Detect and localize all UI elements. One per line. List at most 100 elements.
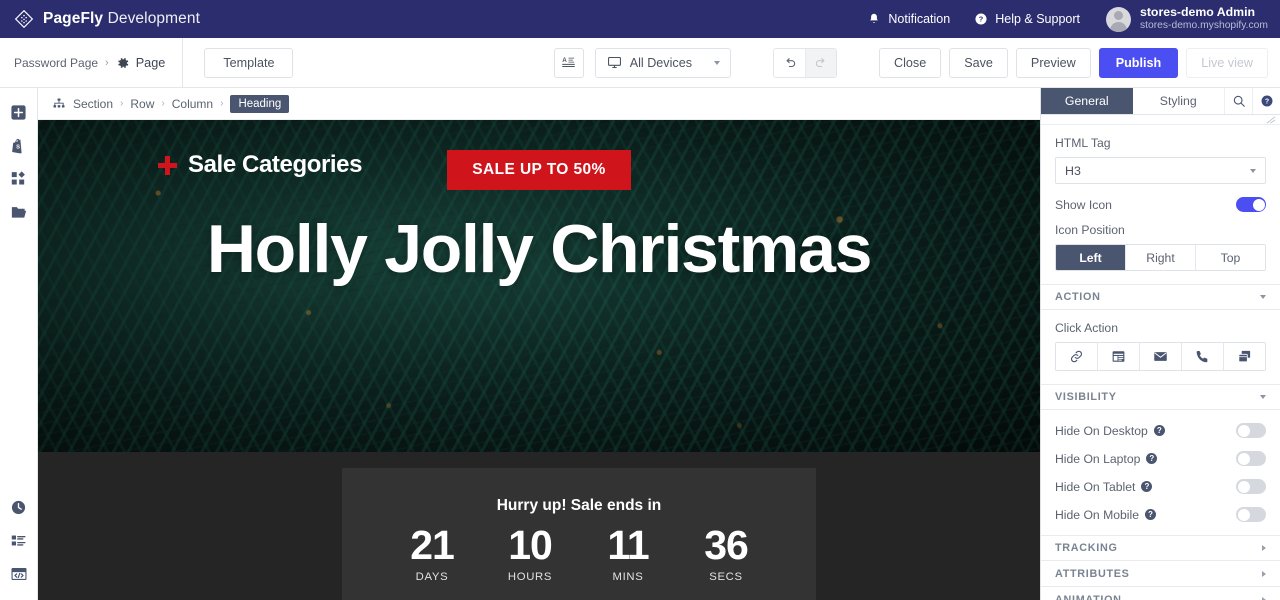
countdown-widget[interactable]: Hurry up! Sale ends in 21 DAYS 10 HOURS … bbox=[342, 468, 816, 600]
clock-history-icon bbox=[11, 500, 26, 515]
click-action-field: Click Action bbox=[1041, 310, 1280, 372]
panel-search-button[interactable] bbox=[1224, 88, 1252, 115]
countdown-days-label: DAYS bbox=[415, 571, 449, 584]
link-chain-icon bbox=[1070, 351, 1083, 363]
svg-text:?: ? bbox=[1264, 99, 1268, 106]
countdown-cell: 21 DAYS bbox=[403, 522, 461, 584]
chevron-right-icon bbox=[1262, 545, 1266, 552]
hide-on-desktop-toggle[interactable] bbox=[1236, 423, 1266, 439]
countdown-cell: 10 HOURS bbox=[501, 523, 559, 583]
canvas-breadcrumb-heading-active[interactable]: Heading bbox=[230, 94, 290, 113]
panel-help-button[interactable]: ? bbox=[1252, 88, 1280, 115]
icon-position-right[interactable]: Right bbox=[1125, 245, 1195, 271]
sidebar-item-add-element[interactable] bbox=[0, 96, 38, 129]
save-button[interactable]: Save bbox=[949, 47, 1008, 78]
hide-on-tablet-row: Hide On Tablet ? bbox=[1041, 466, 1280, 495]
sidebar-item-assets-manager[interactable] bbox=[0, 195, 38, 228]
chevron-down-icon bbox=[1260, 295, 1266, 300]
canvas-breadcrumb-section[interactable]: Section bbox=[73, 97, 113, 111]
phone-icon bbox=[1196, 351, 1208, 363]
canvas-breadcrumb-column[interactable]: Column bbox=[172, 97, 213, 111]
countdown-title: Hurry up! Sale ends in bbox=[496, 497, 662, 514]
toggle-knob bbox=[1237, 508, 1250, 521]
live-view-button[interactable]: Live view bbox=[1186, 47, 1268, 78]
action-open-popup-button[interactable] bbox=[1223, 343, 1265, 371]
tracking-section-header[interactable]: TRACKING bbox=[1041, 535, 1280, 562]
countdown-cells: 21 DAYS 10 HOURS 11 MINS 36 SECS bbox=[403, 522, 755, 584]
help-tooltip-icon[interactable]: ? bbox=[1141, 481, 1153, 493]
toggle-knob bbox=[1237, 424, 1250, 437]
toolbar-center-group: A All Devices bbox=[553, 47, 837, 78]
attributes-section-header[interactable]: ATTRIBUTES bbox=[1041, 561, 1280, 588]
inspector-panel: General Styling ? HTML Tag H3 Show Icon … bbox=[1040, 88, 1280, 600]
text-format-icon: A bbox=[562, 57, 575, 67]
notification-button[interactable]: Notification bbox=[855, 12, 962, 26]
hide-on-mobile-toggle[interactable] bbox=[1236, 507, 1266, 523]
icon-position-top[interactable]: Top bbox=[1195, 245, 1265, 271]
breadcrumb-page-label: Page bbox=[135, 55, 166, 70]
publish-button[interactable]: Publish bbox=[1098, 47, 1179, 78]
text-format-button[interactable]: A bbox=[553, 47, 584, 78]
sidebar-item-layers[interactable] bbox=[0, 524, 38, 557]
tab-styling[interactable]: Styling bbox=[1133, 88, 1225, 114]
help-support-button[interactable]: ? Help & Support bbox=[962, 12, 1092, 26]
help-tooltip-icon[interactable]: ? bbox=[1145, 509, 1156, 521]
left-toolbar-rail: S bbox=[0, 88, 38, 600]
sidebar-item-sections-library[interactable] bbox=[0, 162, 38, 195]
animation-section-title: ANIMATION bbox=[1055, 593, 1122, 600]
sale-categories-heading[interactable]: Sale Categories bbox=[158, 151, 362, 179]
preview-button[interactable]: Preview bbox=[1015, 47, 1091, 78]
bell-icon bbox=[870, 13, 879, 23]
red-plus-icon bbox=[158, 155, 177, 175]
brand-suffix: Development bbox=[103, 10, 200, 27]
close-button[interactable]: Close bbox=[879, 47, 942, 78]
show-icon-toggle[interactable] bbox=[1236, 197, 1266, 213]
breadcrumb-arrow-1: › bbox=[120, 98, 124, 109]
hide-on-laptop-toggle[interactable] bbox=[1236, 451, 1266, 467]
countdown-days-value: 21 bbox=[410, 522, 455, 568]
sale-badge[interactable]: SALE UP TO 50% bbox=[447, 150, 631, 190]
action-send-email-button[interactable] bbox=[1139, 343, 1181, 371]
action-call-phone-button[interactable] bbox=[1181, 343, 1223, 371]
sidebar-item-shopify-elements[interactable]: S bbox=[0, 129, 38, 162]
undo-button[interactable] bbox=[774, 48, 805, 77]
html-tag-label: HTML Tag bbox=[1055, 136, 1111, 151]
hide-on-tablet-toggle[interactable] bbox=[1236, 479, 1266, 495]
question-circle-icon: ? bbox=[1261, 95, 1272, 107]
redo-button[interactable] bbox=[805, 48, 836, 77]
canvas-breadcrumb-bar: Section › Row › Column › Heading bbox=[38, 88, 1040, 120]
help-tooltip-icon[interactable]: ? bbox=[1146, 453, 1158, 465]
hero-heading[interactable]: Holly Jolly Christmas bbox=[207, 210, 873, 288]
icon-position-left[interactable]: Left bbox=[1056, 245, 1125, 271]
account-menu[interactable]: stores-demo Admin stores-demo.myshopify.… bbox=[1092, 5, 1268, 33]
desktop-icon bbox=[607, 56, 621, 69]
inspector-content: HTML Tag H3 Show Icon Icon Position Left… bbox=[1041, 115, 1280, 600]
action-section-header[interactable]: ACTION bbox=[1041, 284, 1280, 311]
question-circle-icon: ? bbox=[975, 13, 987, 25]
resize-grip-icon bbox=[1266, 116, 1276, 124]
action-open-link-button[interactable] bbox=[1056, 343, 1097, 371]
countdown-secs-label: SECS bbox=[709, 571, 743, 584]
sidebar-item-version-history[interactable] bbox=[0, 491, 38, 524]
animation-section-header[interactable]: ANIMATION bbox=[1041, 587, 1280, 600]
app-header: PageFly Development Notification ? Help … bbox=[0, 0, 1280, 38]
canvas-breadcrumb-row[interactable]: Row bbox=[130, 97, 154, 111]
editor-canvas: Section › Row › Column › Heading SALE UP… bbox=[38, 88, 1040, 600]
click-action-options bbox=[1055, 342, 1266, 372]
sidebar-item-custom-code[interactable] bbox=[0, 557, 38, 590]
hide-on-laptop-label: Hide On Laptop bbox=[1055, 451, 1141, 466]
device-selector[interactable]: All Devices bbox=[594, 47, 731, 78]
html-tag-field: HTML Tag H3 bbox=[1041, 125, 1280, 185]
breadcrumb-page[interactable]: Page bbox=[116, 55, 166, 70]
template-button[interactable]: Template bbox=[204, 47, 294, 78]
breadcrumb-password-page[interactable]: Password Page bbox=[14, 56, 98, 70]
html-tag-select[interactable]: H3 bbox=[1055, 157, 1266, 185]
action-open-page-button[interactable] bbox=[1097, 343, 1139, 371]
chevron-down-icon bbox=[1250, 168, 1256, 173]
tab-general[interactable]: General bbox=[1041, 88, 1133, 115]
help-tooltip-icon[interactable]: ? bbox=[1153, 425, 1165, 437]
toggle-knob bbox=[1252, 198, 1265, 211]
visibility-section-header[interactable]: VISIBILITY bbox=[1041, 384, 1280, 411]
redo-arrow-icon bbox=[815, 57, 825, 67]
panel-resize-row[interactable] bbox=[1041, 115, 1280, 126]
